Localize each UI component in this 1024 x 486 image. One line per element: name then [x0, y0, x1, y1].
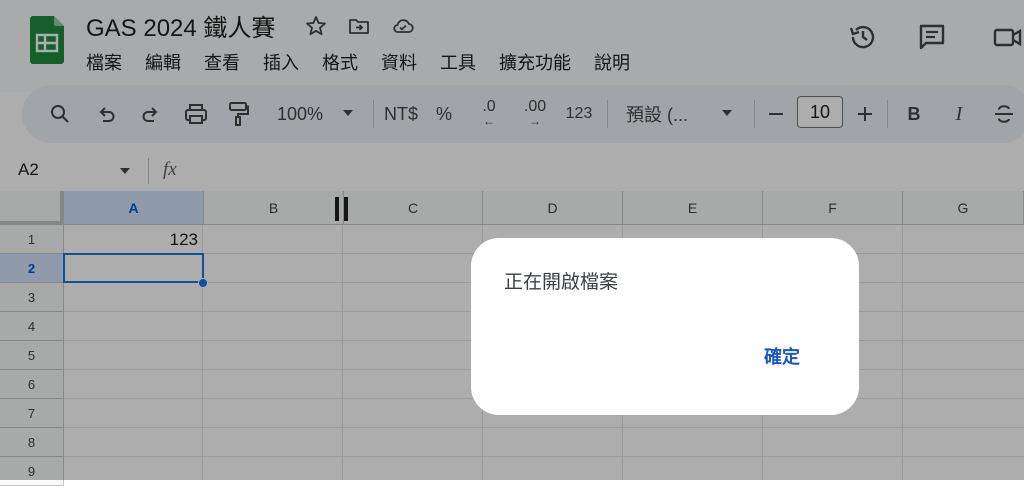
- ok-button[interactable]: 確定: [752, 340, 812, 372]
- dialog-message: 正在開啟檔案: [504, 272, 619, 293]
- open-file-dialog: [471, 238, 859, 415]
